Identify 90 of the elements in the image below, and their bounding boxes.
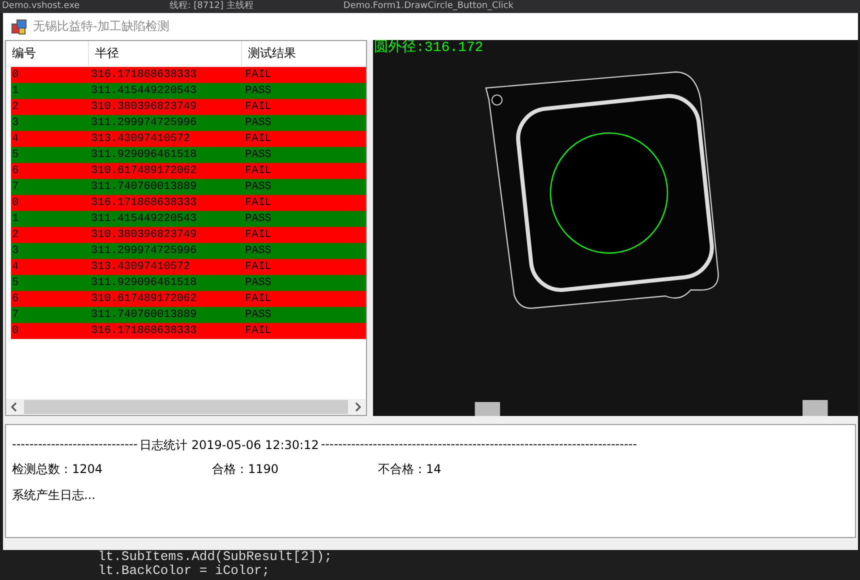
ide-tab[interactable]: 线程: [8712] 主线程 [170,0,254,13]
table-cell-text: FAIL [244,197,272,209]
result-row[interactable]: 5 311.929096461518 PASS [11,147,366,163]
table-cell-text: 310.617489172062 [90,293,198,305]
window-title: 无锡比益特-加工缺陷检测 [33,18,170,35]
result-row[interactable]: 7 311.740760013889 PASS [11,179,366,195]
result-row[interactable]: 3 311.299974725996 PASS [11,115,366,131]
table-cell-text: 311.299974725996 [90,245,198,257]
table-cell-text: 3 [11,245,20,257]
stat-text: 合格：1190 [212,461,280,478]
table-cell-text: FAIL [244,165,272,177]
table-cell-text: 311.299974725996 [90,117,198,129]
column-header[interactable]: 编号 [6,41,89,66]
table-cell-text: 4 [11,261,20,273]
table-cell-text: 311.415449220543 [90,213,198,225]
ide-tab[interactable]: Demo.vshost.exe [2,0,80,13]
result-row[interactable]: 1 311.415449220543 PASS [11,211,366,227]
measurement-label: 圆外径:316.172 [374,40,484,56]
table-cell-text: FAIL [244,229,272,241]
table-cell-text: 6 [11,165,20,177]
result-row[interactable]: 4 313.43097410572 FAIL [11,131,366,147]
table-cell-text: 311.929096461518 [90,149,198,161]
table-cell-text: 311.415449220543 [90,85,198,97]
table-cell-text: PASS [244,213,272,225]
result-row[interactable]: 4 313.43097410572 FAIL [11,259,366,275]
table-cell-text: PASS [244,117,272,129]
table-cell-text: 0 [11,69,20,81]
table-cell-text: PASS [244,277,272,289]
scroll-left-icon[interactable] [10,402,18,412]
table-cell-text: 316.171868638333 [90,69,198,81]
table-cell-text: PASS [244,85,272,97]
table-cell-text: 5 [11,149,20,161]
table-cell-text: 4 [11,133,20,145]
table-cell-text: 1 [11,213,20,225]
table-cell-text: FAIL [244,101,272,113]
result-row[interactable]: 2 310.380396823749 FAIL [11,99,366,115]
table-cell-text: 311.740760013889 [90,181,198,193]
table-cell-text: PASS [244,181,272,193]
result-row[interactable]: 0 316.171868638333 FAIL [11,323,366,339]
table-cell-text: FAIL [244,261,272,273]
log-header: 日志统计 2019-05-06 12:30:12 [140,437,319,454]
table-cell-text: PASS [244,309,272,321]
log-message: 系统产生日志... [12,487,96,504]
table-cell-text: 2 [11,101,20,113]
table-cell-text: 0 [11,197,20,209]
table-cell-text: 313.43097410572 [90,261,192,273]
table-cell-text: FAIL [244,293,272,305]
scrollbar-thumb[interactable] [24,400,348,414]
table-cell-text: 5 [11,277,20,289]
table-cell-text: 2 [11,229,20,241]
table-cell-text: 311.740760013889 [90,309,198,321]
code-line: lt.BackColor = iColor; [98,564,271,578]
separator-dashes: ------------------------------------------------------------------------- [320,437,637,453]
result-row[interactable]: 0 316.171868638333 FAIL [11,195,366,211]
table-cell-text: 1 [11,85,20,97]
table-cell-text: 311.929096461518 [90,277,198,289]
result-row[interactable]: 3 311.299974725996 PASS [11,243,366,259]
table-cell-text: 310.380396823749 [90,101,198,113]
table-cell-text: 316.171868638333 [90,197,198,209]
ide-tab[interactable]: Demo.Form1.DrawCircle_Button_Click [343,0,514,13]
table-cell-text: 0 [11,325,20,337]
horizontal-scrollbar[interactable] [6,399,366,415]
table-cell-text: 6 [11,293,20,305]
column-header[interactable]: 半径 [89,41,242,66]
table-cell-text: PASS [244,149,272,161]
table-cell-text: FAIL [244,69,272,81]
result-row[interactable]: 6 310.617489172062 FAIL [11,163,366,179]
column-header[interactable]: 测试结果 [242,41,362,66]
table-cell-text: 310.617489172062 [90,165,198,177]
table-cell-text: FAIL [244,133,272,145]
code-line: lt.SubItems.Add(SubResult[2]); [98,550,334,564]
table-cell-text: 313.43097410572 [90,133,192,145]
result-row[interactable]: 0 316.171868638333 FAIL [11,67,366,83]
scroll-right-icon[interactable] [354,402,362,412]
table-cell-text: PASS [244,245,272,257]
table-cell-text: 7 [11,309,20,321]
table-cell-text: 310.380396823749 [90,229,198,241]
separator-dashes: ----------------------------- [12,437,138,453]
table-cell-text: FAIL [244,325,272,337]
stat-text: 检测总数：1204 [12,461,104,478]
result-row[interactable]: 2 310.380396823749 FAIL [11,227,366,243]
result-row[interactable]: 7 311.740760013889 PASS [11,307,366,323]
result-row[interactable]: 1 311.415449220543 PASS [11,83,366,99]
result-row[interactable]: 5 311.929096461518 PASS [11,275,366,291]
result-row[interactable]: 6 310.617489172062 FAIL [11,291,366,307]
table-cell-text: 3 [11,117,20,129]
table-cell-text: 316.171868638333 [90,325,198,337]
table-cell-text: 7 [11,181,20,193]
app-icon [11,18,27,34]
stat-text: 不合格：14 [378,461,442,478]
